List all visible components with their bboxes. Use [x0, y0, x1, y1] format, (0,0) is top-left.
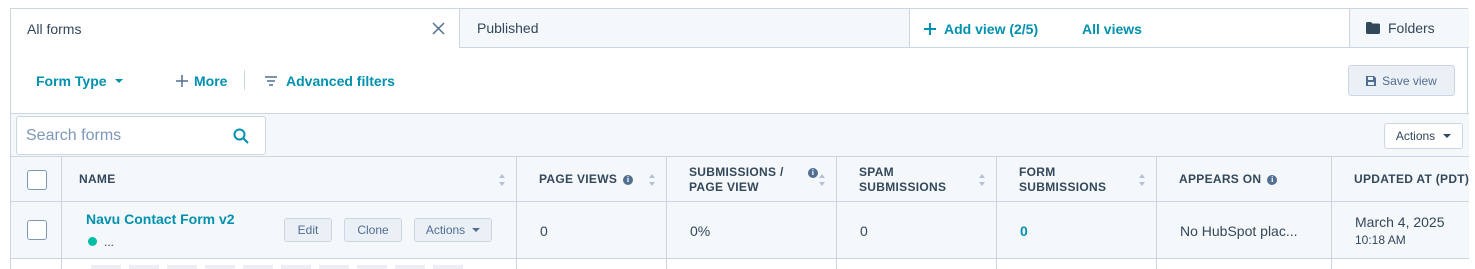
column-header-submissions-per-view[interactable]: SUBMISSIONS / PAGE VIEW i	[666, 157, 836, 202]
add-view-label: Add view (2/5)	[944, 20, 1039, 37]
tab-published-label: Published	[477, 20, 539, 36]
column-divider	[1156, 259, 1157, 269]
column-header-form-submissions[interactable]: FORM SUBMISSIONS	[996, 157, 1156, 202]
form-submissions-cell: 0	[996, 202, 1156, 259]
folders-label: Folders	[1388, 20, 1435, 36]
submissions-per-view-value: 0%	[690, 222, 711, 239]
page-views-value: 0	[540, 222, 548, 239]
row-actions-label: Actions	[425, 223, 466, 237]
save-view-button[interactable]: Save view	[1348, 65, 1455, 96]
select-all-cell	[11, 157, 61, 202]
column-label: SUBMISSIONS / PAGE VIEW	[689, 164, 784, 194]
spam-submissions-cell: 0	[836, 202, 996, 259]
tab-published[interactable]: Published	[460, 9, 910, 48]
column-divider	[516, 259, 517, 269]
forms-panel: All forms Published Add view (2/5) All v…	[10, 8, 1469, 269]
search-box[interactable]	[16, 116, 266, 155]
save-view-label: Save view	[1382, 73, 1437, 88]
name-cell: Navu Contact Form v2 ... Edit Clone Acti…	[61, 202, 516, 259]
filter-icon	[265, 75, 277, 86]
column-label: UPDATED AT (PDT)	[1354, 172, 1469, 186]
more-label: More	[194, 72, 228, 89]
updated-date: March 4, 2025	[1355, 214, 1445, 230]
sort-icon[interactable]	[1138, 173, 1146, 187]
info-icon[interactable]: i	[808, 168, 818, 178]
sort-icon[interactable]	[648, 173, 656, 187]
advanced-filters-label: Advanced filters	[286, 72, 395, 89]
column-header-updated-at[interactable]: UPDATED AT (PDT)	[1331, 157, 1469, 202]
row-checkbox[interactable]	[27, 220, 47, 240]
column-header-name[interactable]: NAME	[61, 157, 516, 202]
column-label: SPAM SUBMISSIONS	[859, 164, 947, 194]
clone-button[interactable]: Clone	[344, 218, 402, 242]
appears-on-value: No HubSpot plac...	[1180, 222, 1298, 239]
status-text: ...	[104, 235, 115, 249]
form-type-label: Form Type	[36, 72, 107, 89]
caret-down-icon	[114, 78, 123, 83]
actions-dropdown[interactable]: Actions	[1384, 123, 1463, 149]
all-views-label: All views	[1082, 20, 1142, 37]
sort-icon[interactable]	[818, 173, 826, 187]
plus-icon	[924, 22, 936, 35]
add-view-button[interactable]: Add view (2/5)	[924, 9, 1038, 48]
page-views-cell: 0	[516, 202, 666, 259]
status-dot	[88, 237, 97, 246]
table-row: Navu Contact Form v2 ... Edit Clone Acti…	[11, 202, 1469, 259]
search-input[interactable]	[17, 117, 227, 154]
info-icon[interactable]: i	[1267, 174, 1278, 185]
column-divider	[61, 259, 62, 269]
close-icon[interactable]	[432, 22, 445, 35]
select-all-checkbox[interactable]	[27, 170, 47, 190]
column-divider	[666, 259, 667, 269]
updated-at-cell: March 4, 2025 10:18 AM	[1331, 202, 1469, 259]
column-header-spam-submissions[interactable]: SPAM SUBMISSIONS	[836, 157, 996, 202]
appears-on-cell: No HubSpot plac...	[1156, 202, 1331, 259]
sort-icon[interactable]	[498, 173, 506, 187]
column-divider	[1331, 259, 1332, 269]
caret-down-icon	[472, 228, 481, 232]
form-submissions-link[interactable]: 0	[1020, 223, 1028, 239]
search-row: Actions	[11, 113, 1469, 157]
folders-button[interactable]: Folders	[1349, 9, 1469, 48]
more-filters-button[interactable]: More	[176, 48, 227, 113]
row-actions-button[interactable]: Actions	[414, 218, 492, 242]
column-divider	[836, 259, 837, 269]
clipped-row-content	[91, 265, 471, 269]
column-label: PAGE VIEWS	[539, 172, 618, 186]
form-name-link[interactable]: Navu Contact Form v2	[86, 211, 235, 227]
tab-all-forms-label: All forms	[27, 20, 82, 37]
sort-icon[interactable]	[978, 173, 986, 187]
updated-time: 10:18 AM	[1355, 233, 1406, 247]
edit-label: Edit	[297, 223, 319, 237]
spam-submissions-value: 0	[860, 222, 868, 239]
column-header-appears-on[interactable]: APPEARS ON i	[1156, 157, 1331, 202]
caret-down-icon	[1443, 134, 1452, 138]
divider	[244, 70, 245, 90]
search-icon[interactable]	[233, 128, 249, 144]
advanced-filters-button[interactable]: Advanced filters	[265, 48, 395, 113]
row-select-cell	[11, 202, 61, 259]
tab-all-forms[interactable]: All forms	[11, 9, 460, 48]
edit-button[interactable]: Edit	[284, 218, 332, 242]
table-header: NAME PAGE VIEWS i SUBMISSIONS / PAGE VIE…	[11, 157, 1469, 202]
folder-icon	[1366, 22, 1380, 34]
plus-icon	[176, 74, 188, 87]
clone-label: Clone	[357, 223, 389, 237]
info-icon[interactable]: i	[623, 174, 634, 185]
column-label: FORM SUBMISSIONS	[1019, 164, 1107, 194]
column-label: NAME	[79, 172, 116, 186]
column-label: APPEARS ON	[1179, 172, 1262, 186]
save-icon	[1366, 75, 1377, 86]
table-row-partial	[11, 259, 1469, 269]
all-views-link[interactable]: All views	[1082, 9, 1142, 48]
column-divider	[996, 259, 997, 269]
submissions-per-view-cell: 0%	[666, 202, 836, 259]
column-header-page-views[interactable]: PAGE VIEWS i	[516, 157, 666, 202]
filter-bar: Form Type More Advanced filters Save vie…	[11, 48, 1469, 113]
actions-label: Actions	[1395, 129, 1436, 143]
form-type-filter[interactable]: Form Type	[36, 48, 123, 113]
